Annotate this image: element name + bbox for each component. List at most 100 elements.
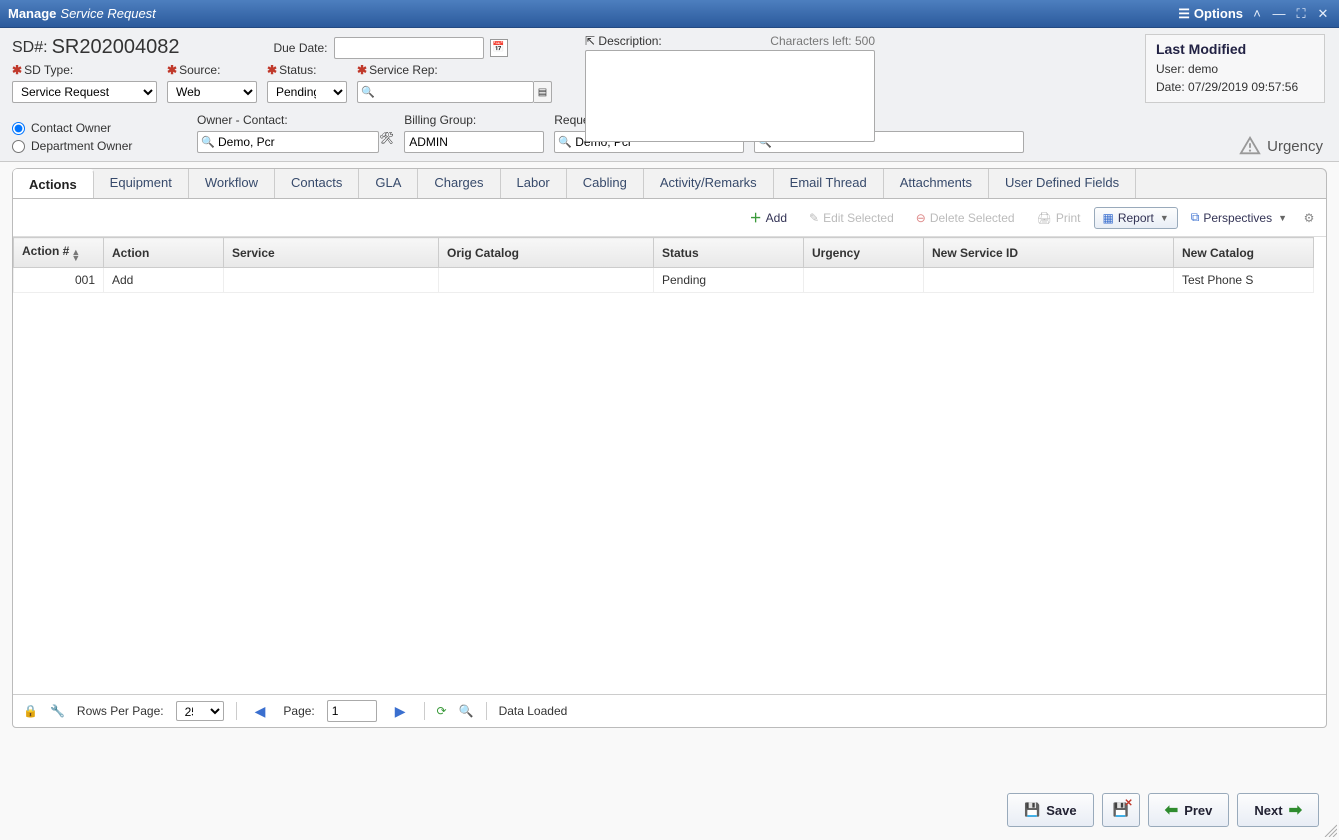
- description-charcount: Characters left: 500: [770, 34, 875, 48]
- source-select[interactable]: Web: [167, 81, 257, 103]
- edit-selected-button[interactable]: ✎Edit Selected: [800, 207, 903, 229]
- grid-status-text: Data Loaded: [499, 704, 568, 718]
- tab-cabling[interactable]: Cabling: [567, 169, 644, 198]
- calendar-icon[interactable]: 📅: [490, 39, 508, 57]
- bottom-bar: 💾Save 💾✕ ⬅Prev Next➡: [1007, 793, 1319, 827]
- actions-panel: ＋Add ✎Edit Selected ⊖Delete Selected 🖨Pr…: [12, 198, 1327, 728]
- cell-action-num: 001: [14, 268, 104, 293]
- tab-charges[interactable]: Charges: [418, 169, 500, 198]
- sd-number-label: SD#:: [12, 39, 48, 57]
- gear-icon[interactable]: ⚙: [1300, 209, 1318, 227]
- description-label: Description:: [598, 34, 661, 48]
- tab-user-defined-fields[interactable]: User Defined Fields: [989, 169, 1136, 198]
- prev-page-button[interactable]: ◀: [249, 703, 272, 720]
- search-icon: 🔍: [361, 86, 375, 99]
- save-button[interactable]: 💾Save: [1007, 793, 1094, 827]
- lock-icon[interactable]: 🔒: [23, 704, 38, 718]
- tab-workflow[interactable]: Workflow: [189, 169, 275, 198]
- description-textarea[interactable]: [585, 50, 875, 142]
- tab-bar: Actions Equipment Workflow Contacts GLA …: [12, 168, 1327, 198]
- col-status[interactable]: Status: [654, 238, 804, 268]
- arrow-right-icon: ➡: [1289, 800, 1302, 820]
- col-service[interactable]: Service: [224, 238, 439, 268]
- collapse-up-icon[interactable]: ˄: [1249, 6, 1265, 22]
- col-new-service-id[interactable]: New Service ID: [924, 238, 1174, 268]
- plus-icon: ＋: [750, 209, 762, 226]
- window-title-subject: Service Request: [60, 6, 155, 21]
- required-star-icon: ✱: [12, 63, 22, 77]
- cell-action: Add: [104, 268, 224, 293]
- billing-group-label: Billing Group:: [404, 113, 544, 127]
- col-orig-catalog[interactable]: Orig Catalog: [439, 238, 654, 268]
- prev-button[interactable]: ⬅Prev: [1148, 793, 1230, 827]
- search-icon[interactable]: 🔍: [459, 704, 474, 718]
- required-star-icon: ✱: [267, 63, 277, 77]
- print-button[interactable]: 🖨Print: [1028, 207, 1090, 229]
- sd-type-select[interactable]: Service Request: [12, 81, 157, 103]
- resize-grip[interactable]: [1321, 821, 1337, 837]
- department-owner-radio[interactable]: Department Owner: [12, 139, 157, 153]
- table-row[interactable]: 001 Add Pending Test Phone S: [14, 268, 1314, 293]
- delete-selected-button[interactable]: ⊖Delete Selected: [907, 207, 1024, 229]
- rows-per-page-label: Rows Per Page:: [77, 704, 164, 718]
- cell-status: Pending: [654, 268, 804, 293]
- col-action-num[interactable]: Action #▲▼: [14, 238, 104, 268]
- last-modified-title: Last Modified: [1156, 41, 1314, 57]
- next-page-button[interactable]: ▶: [389, 703, 412, 720]
- search-icon: 🔍: [201, 136, 215, 149]
- tab-actions[interactable]: Actions: [13, 169, 94, 198]
- cell-orig-catalog: [439, 268, 654, 293]
- tab-email-thread[interactable]: Email Thread: [774, 169, 884, 198]
- refresh-icon[interactable]: ⟳: [437, 704, 447, 718]
- next-button[interactable]: Next➡: [1237, 793, 1319, 827]
- contact-owner-radio[interactable]: Contact Owner: [12, 121, 157, 135]
- grid-scroll-area[interactable]: Action #▲▼ Action Service Orig Catalog S…: [13, 237, 1326, 694]
- report-button[interactable]: ▦Report▼: [1094, 207, 1178, 229]
- due-date-input[interactable]: [334, 37, 484, 59]
- required-star-icon: ✱: [357, 63, 367, 77]
- wrench-icon[interactable]: 🔧: [50, 704, 65, 718]
- billing-group-input[interactable]: [404, 131, 544, 153]
- col-new-catalog[interactable]: New Catalog: [1174, 238, 1314, 268]
- page-label: Page:: [283, 704, 314, 718]
- perspectives-button[interactable]: ⧉Perspectives▼: [1182, 206, 1296, 229]
- add-button[interactable]: ＋Add: [741, 205, 796, 230]
- tab-labor[interactable]: Labor: [501, 169, 567, 198]
- popout-icon[interactable]: ⇱: [585, 34, 595, 48]
- service-rep-lookup-button[interactable]: ▤: [534, 81, 552, 103]
- tab-activity-remarks[interactable]: Activity/Remarks: [644, 169, 774, 198]
- report-icon: ▦: [1103, 211, 1114, 225]
- due-date-label: Due Date:: [273, 41, 327, 55]
- status-select[interactable]: Pending: [267, 81, 347, 103]
- save-close-button[interactable]: 💾✕: [1102, 793, 1140, 827]
- service-rep-input[interactable]: [357, 81, 534, 103]
- tab-attachments[interactable]: Attachments: [884, 169, 989, 198]
- tab-contacts[interactable]: Contacts: [275, 169, 359, 198]
- close-icon[interactable]: ✕: [1315, 6, 1331, 22]
- urgency-label: Urgency: [1267, 138, 1323, 155]
- tab-gla[interactable]: GLA: [359, 169, 418, 198]
- search-icon: 🔍: [558, 136, 572, 149]
- owner-contact-edit-button[interactable]: 🛠: [379, 131, 394, 153]
- options-button[interactable]: ☰ Options: [1178, 6, 1243, 22]
- cell-new-service-id: [924, 268, 1174, 293]
- cell-urgency: [804, 268, 924, 293]
- printer-icon: 🖨: [1037, 211, 1052, 225]
- rows-per-page-select[interactable]: 25: [176, 701, 224, 721]
- chevron-down-icon: ▼: [1160, 213, 1169, 223]
- page-input[interactable]: [327, 700, 377, 722]
- tab-equipment[interactable]: Equipment: [94, 169, 189, 198]
- urgency-button[interactable]: Urgency: [1239, 135, 1323, 157]
- col-urgency[interactable]: Urgency: [804, 238, 924, 268]
- source-label: Source:: [179, 63, 220, 77]
- last-modified-user: demo: [1188, 62, 1218, 76]
- owner-contact-input[interactable]: [197, 131, 379, 153]
- col-action[interactable]: Action: [104, 238, 224, 268]
- form-area: SD#: SR202004082 Due Date: 📅 ✱SD Type: S…: [0, 28, 1339, 162]
- minimize-icon[interactable]: —: [1271, 6, 1287, 22]
- service-rep-label: Service Rep:: [369, 63, 438, 77]
- maximize-icon[interactable]: ⛶: [1293, 6, 1309, 22]
- cell-service: [224, 268, 439, 293]
- grid-header-row: Action #▲▼ Action Service Orig Catalog S…: [14, 238, 1314, 268]
- sort-icon: ▲▼: [71, 249, 80, 261]
